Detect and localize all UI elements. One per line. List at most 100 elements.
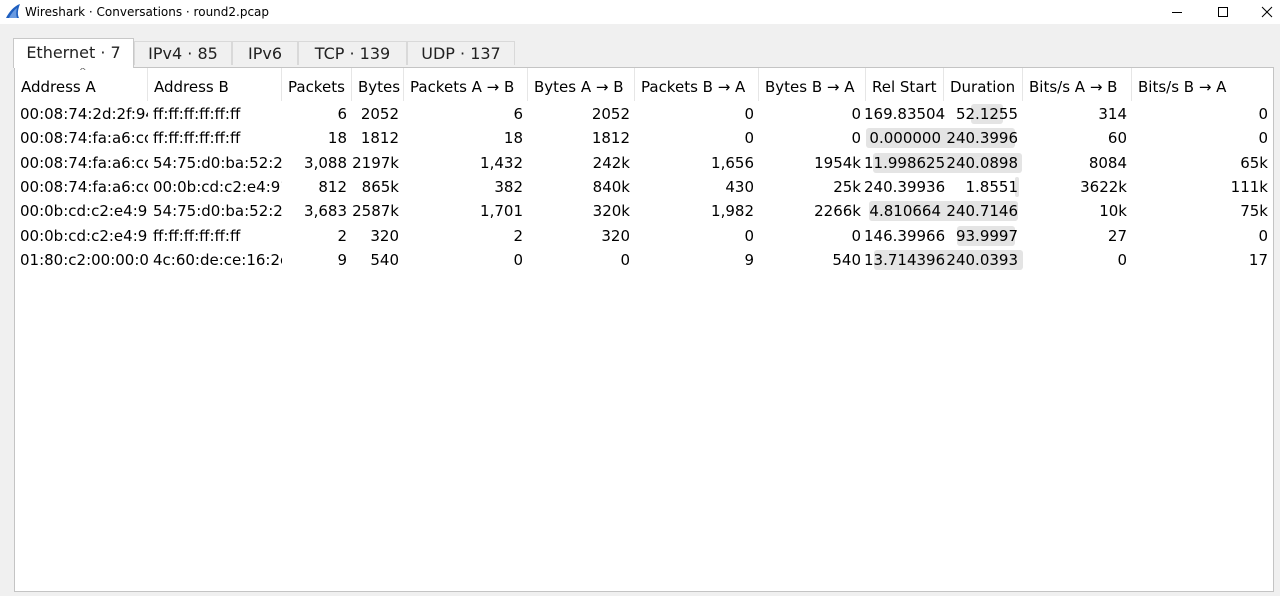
cell-bits-b-a: 0 bbox=[1258, 105, 1268, 123]
close-button[interactable] bbox=[1244, 0, 1280, 24]
cell-address-b: 54:75:d0:ba:52:2a bbox=[153, 202, 282, 221]
cell-duration: 240.0898 bbox=[946, 153, 1018, 172]
column-header-label: Address A bbox=[21, 78, 96, 96]
table-row[interactable]: 00:0b:cd:c2:e4:91 ff:ff:ff:ff:ff:ff 2 320 2 3… bbox=[15, 224, 1273, 248]
cell-bytes: 320 bbox=[370, 226, 399, 245]
cell-bytes: 865k bbox=[361, 177, 399, 196]
tab-tcp[interactable]: TCP · 139 bbox=[298, 41, 407, 65]
column-header-address-b[interactable]: Address B bbox=[148, 68, 282, 101]
cell-bits-b-a: 17 bbox=[1248, 250, 1268, 269]
cell-address-a: 00:08:74:fa:a6:cc bbox=[20, 153, 148, 172]
tab-ipv4[interactable]: IPv4 · 85 bbox=[134, 41, 232, 65]
cell-packets-a-b: 0 bbox=[513, 250, 523, 269]
cell-address-b: ff:ff:ff:ff:ff:ff bbox=[153, 105, 241, 123]
cell-bytes: 540 bbox=[370, 250, 399, 269]
cell-bytes-b-a: 25k bbox=[833, 177, 861, 196]
cell-address-a: 01:80:c2:00:00:0e bbox=[20, 250, 148, 269]
cell-packets-a-b: 6 bbox=[513, 105, 523, 123]
cell-packets-b-a: 1,982 bbox=[711, 202, 754, 221]
cell-bits-a-b: 8084 bbox=[1088, 153, 1127, 172]
cell-bytes-a-b: 320 bbox=[601, 226, 630, 245]
cell-bits-b-a: 65k bbox=[1240, 153, 1268, 172]
column-header-packets-b-a[interactable]: Packets B → A bbox=[635, 68, 759, 101]
cell-bits-a-b: 60 bbox=[1107, 129, 1127, 148]
cell-address-b: 4c:60:de:ce:16:2c bbox=[153, 250, 282, 269]
tab-ipv6[interactable]: IPv6 bbox=[232, 41, 298, 65]
column-header-packets[interactable]: Packets bbox=[282, 68, 352, 101]
cell-bytes: 1812 bbox=[360, 129, 399, 148]
tab-ethernet[interactable]: Ethernet · 7 bbox=[13, 38, 134, 68]
cell-bytes: 2197k bbox=[352, 153, 399, 172]
cell-address-a: 00:0b:cd:c2:e4:91 bbox=[20, 226, 148, 245]
maximize-button[interactable] bbox=[1200, 0, 1246, 24]
cell-address-b: 00:0b:cd:c2:e4:91 bbox=[153, 177, 282, 196]
cell-bits-b-a: 111k bbox=[1230, 177, 1268, 196]
cell-duration: 52.1255 bbox=[955, 105, 1018, 123]
table-row[interactable]: 00:08:74:2d:2f:94 ff:ff:ff:ff:ff:ff 6 2052 6… bbox=[15, 102, 1273, 126]
table-row[interactable]: 00:0b:cd:c2:e4:91 54:75:d0:ba:52:2a 3,683 2… bbox=[15, 199, 1273, 223]
table-header: ^ Address A Address B Packets Bytes Pack… bbox=[15, 68, 1273, 101]
column-header-rel-start[interactable]: Rel Start bbox=[866, 68, 944, 101]
cell-bytes-a-b: 840k bbox=[592, 177, 630, 196]
cell-packets-b-a: 9 bbox=[744, 250, 754, 269]
table-row[interactable]: 00:08:74:fa:a6:cc ff:ff:ff:ff:ff:ff 18 1812… bbox=[15, 126, 1273, 150]
cell-packets: 6 bbox=[337, 105, 347, 123]
cell-duration: 93.9997 bbox=[955, 226, 1018, 245]
cell-rel-start: 146.399662 bbox=[864, 226, 946, 245]
cell-bytes-a-b: 242k bbox=[592, 153, 630, 172]
cell-bits-a-b: 314 bbox=[1098, 105, 1127, 123]
conversations-table[interactable]: ^ Address A Address B Packets Bytes Pack… bbox=[14, 67, 1274, 592]
column-header-duration[interactable]: Duration bbox=[944, 68, 1023, 101]
cell-packets-a-b: 2 bbox=[513, 226, 523, 245]
table-row[interactable]: 00:08:74:fa:a6:cc 54:75:d0:ba:52:2a 3,088 2… bbox=[15, 151, 1273, 175]
cell-bits-a-b: 10k bbox=[1099, 202, 1127, 221]
cell-bytes-a-b: 320k bbox=[592, 202, 630, 221]
tab-udp[interactable]: UDP · 137 bbox=[407, 41, 515, 65]
column-header-bits-a-b[interactable]: Bits/s A → B bbox=[1023, 68, 1132, 101]
tab-bar: Ethernet · 7 IPv4 · 85 IPv6 TCP · 139 UD… bbox=[0, 24, 1280, 68]
cell-address-a: 00:08:74:2d:2f:94 bbox=[20, 105, 148, 123]
cell-rel-start: 0.000000 bbox=[869, 129, 941, 148]
cell-bytes-b-a: 0 bbox=[851, 129, 861, 148]
cell-rel-start: 4.810664 bbox=[869, 202, 941, 221]
maximize-icon bbox=[1218, 7, 1228, 17]
cell-bits-b-a: 75k bbox=[1240, 202, 1268, 221]
cell-duration: 240.3996 bbox=[946, 129, 1018, 148]
cell-bytes-b-a: 0 bbox=[851, 105, 861, 123]
cell-packets: 3,088 bbox=[304, 153, 347, 172]
column-header-bytes[interactable]: Bytes bbox=[352, 68, 404, 101]
cell-packets-a-b: 18 bbox=[503, 129, 523, 148]
cell-packets-b-a: 0 bbox=[744, 129, 754, 148]
cell-rel-start: 11.998625 bbox=[864, 153, 946, 172]
cell-bytes-a-b: 0 bbox=[620, 250, 630, 269]
cell-packets-a-b: 1,432 bbox=[480, 153, 523, 172]
column-header-address-a[interactable]: ^ Address A bbox=[15, 68, 148, 101]
cell-bytes-a-b: 2052 bbox=[591, 105, 630, 123]
cell-duration: 240.7146 bbox=[946, 202, 1018, 221]
column-header-bits-b-a[interactable]: Bits/s B → A bbox=[1132, 68, 1273, 101]
cell-packets-b-a: 0 bbox=[744, 105, 754, 123]
cell-bytes-b-a: 0 bbox=[851, 226, 861, 245]
column-header-bytes-b-a[interactable]: Bytes B → A bbox=[759, 68, 866, 101]
cell-duration: 1.8551 bbox=[965, 177, 1019, 196]
table-row[interactable]: 01:80:c2:00:00:0e 4c:60:de:ce:16:2c 9 540 0 0… bbox=[15, 248, 1273, 272]
cell-packets: 2 bbox=[337, 226, 347, 245]
column-header-bytes-a-b[interactable]: Bytes A → B bbox=[528, 68, 635, 101]
cell-packets-b-a: 430 bbox=[725, 177, 754, 196]
cell-address-b: ff:ff:ff:ff:ff:ff bbox=[153, 226, 241, 245]
cell-bytes-a-b: 1812 bbox=[591, 129, 630, 148]
minimize-icon bbox=[1172, 12, 1182, 13]
table-row[interactable]: 00:08:74:fa:a6:cc 00:0b:cd:c2:e4:91 812 865… bbox=[15, 175, 1273, 199]
cell-rel-start: 169.835043 bbox=[864, 105, 946, 123]
cell-bits-b-a: 0 bbox=[1258, 226, 1268, 245]
minimize-button[interactable] bbox=[1154, 0, 1200, 24]
cell-bytes: 2052 bbox=[360, 105, 399, 123]
cell-rel-start: 240.399360 bbox=[864, 177, 946, 196]
cell-address-b: ff:ff:ff:ff:ff:ff bbox=[153, 129, 241, 148]
column-header-packets-a-b[interactable]: Packets A → B bbox=[404, 68, 528, 101]
cell-packets-a-b: 1,701 bbox=[480, 202, 523, 221]
cell-bits-a-b: 27 bbox=[1107, 226, 1127, 245]
wireshark-fin-icon bbox=[6, 4, 20, 18]
cell-bytes-b-a: 1954k bbox=[814, 153, 861, 172]
close-icon bbox=[1261, 6, 1273, 18]
